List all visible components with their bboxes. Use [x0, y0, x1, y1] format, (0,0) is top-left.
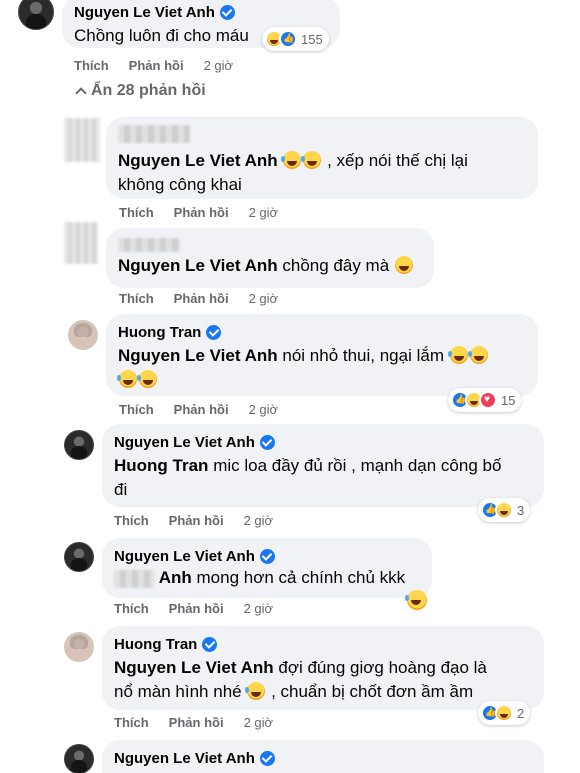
redacted-author-name: [118, 236, 422, 254]
reaction-count: 155: [301, 31, 323, 47]
reply-text: Nguyen Le Viet Anh , xếp nói thế chị lại…: [118, 151, 468, 194]
reaction-summary[interactable]: 3: [478, 498, 531, 522]
like-button[interactable]: Thích: [114, 601, 149, 616]
timestamp[interactable]: 2 giờ: [244, 601, 274, 616]
reply-text: Nguyen Le Viet Anh chồng đây mà: [118, 254, 422, 278]
reply-bubble: Nguyen Le Viet Anh Huong Tran mic loa đầ…: [102, 424, 544, 507]
reply-author[interactable]: Huong Tran: [118, 322, 526, 342]
timestamp[interactable]: 2 giờ: [244, 715, 274, 730]
reply-actions: Thích Phản hồi 2 giờ: [119, 291, 278, 306]
reaction-summary[interactable]: 155: [262, 27, 329, 51]
mention-tag[interactable]: Nguyen Le Viet Anh: [118, 346, 278, 365]
laughing-emoji-icon: [467, 346, 488, 364]
reaction-count: 3: [517, 502, 525, 518]
mention-tag[interactable]: Nguyen Le Viet Anh: [118, 151, 278, 170]
like-button[interactable]: Thích: [119, 402, 154, 417]
verified-badge-icon: [202, 636, 218, 652]
laughing-emoji-icon: [301, 151, 322, 169]
laughing-emoji-icon: [405, 590, 427, 610]
reply-author[interactable]: Nguyen Le Viet Anh: [114, 546, 420, 566]
reply-text: Huong Tran mic loa đầy đủ rồi , mạnh dạn…: [114, 456, 502, 499]
like-button[interactable]: Thích: [74, 58, 109, 73]
avatar[interactable]: [64, 118, 100, 162]
reaction-count: 2: [517, 705, 525, 721]
hide-replies-button[interactable]: Ẩn 28 phản hồi: [75, 82, 206, 100]
verified-badge-icon: [259, 548, 275, 564]
timestamp[interactable]: 2 giờ: [244, 513, 274, 528]
timestamp[interactable]: 2 giờ: [249, 291, 279, 306]
mention-tag[interactable]: Nguyen Le Viet Anh: [114, 658, 274, 677]
reply-bubble: Nguyen Le Viet Anh: [102, 740, 544, 773]
timestamp[interactable]: 2 giờ: [249, 402, 279, 417]
timestamp[interactable]: 2 giờ: [204, 58, 234, 73]
verified-badge-icon: [219, 4, 235, 20]
reply-button[interactable]: Phản hồi: [169, 513, 224, 528]
grinning-emoji-icon: [394, 256, 413, 274]
laughing-emoji-icon: [245, 682, 266, 700]
avatar[interactable]: [64, 430, 94, 460]
chevron-up-icon: [75, 87, 87, 99]
laughing-emoji-icon: [137, 370, 157, 388]
mention-tag[interactable]: Anh: [159, 568, 192, 587]
reply-bubble: Nguyen Le Viet Anh Anh mong hơn cả chính…: [102, 538, 432, 598]
like-reaction-icon: [279, 30, 297, 48]
avatar[interactable]: [64, 222, 98, 264]
reply-button[interactable]: Phản hồi: [129, 58, 184, 73]
reply-text: Nguyen Le Viet Anh nói nhỏ thui, ngại lắ…: [117, 344, 526, 392]
reply-actions: Thích Phản hồi 2 giờ: [114, 601, 273, 616]
verified-badge-icon: [259, 750, 275, 766]
reaction-summary[interactable]: 2: [478, 701, 531, 725]
author-name[interactable]: Nguyen Le Viet Anh: [114, 548, 255, 565]
comment-actions: Thích Phản hồi 2 giờ: [74, 58, 233, 73]
love-reaction-icon: [479, 391, 497, 409]
reply-bubble: Nguyen Le Viet Anh chồng đây mà: [106, 228, 434, 288]
reply-bubble: Nguyen Le Viet Anh , xếp nói thế chị lại…: [106, 117, 538, 199]
reply-button[interactable]: Phản hồi: [174, 205, 229, 220]
redacted-author-name: [118, 125, 526, 147]
haha-reaction-icon: [495, 704, 513, 722]
avatar[interactable]: [18, 0, 54, 30]
verified-badge-icon: [259, 434, 275, 450]
like-button[interactable]: Thích: [114, 715, 149, 730]
timestamp[interactable]: 2 giờ: [249, 205, 279, 220]
author-name[interactable]: Nguyen Le Viet Anh: [114, 434, 255, 451]
redacted-name: [114, 569, 154, 588]
like-button[interactable]: Thích: [114, 513, 149, 528]
reply-button[interactable]: Phản hồi: [169, 601, 224, 616]
author-name[interactable]: Huong Tran: [118, 324, 201, 341]
reply-button[interactable]: Phản hồi: [174, 291, 229, 306]
avatar[interactable]: [64, 744, 94, 773]
reply-text: Anh mong hơn cả chính chủ kkk: [114, 566, 420, 590]
reply-author[interactable]: Huong Tran: [114, 634, 532, 654]
mention-tag[interactable]: Nguyen Le Viet Anh: [118, 256, 278, 275]
reply-author[interactable]: Nguyen Le Viet Anh: [114, 432, 532, 452]
reply-bubble: Huong Tran Nguyen Le Viet Anh nói nhỏ th…: [106, 314, 538, 396]
laughing-emoji-icon: [117, 370, 137, 388]
avatar[interactable]: [64, 542, 94, 572]
like-button[interactable]: Thích: [119, 291, 154, 306]
comment-author[interactable]: Nguyen Le Viet Anh: [74, 2, 328, 22]
laughing-emoji-icon: [447, 346, 468, 364]
haha-reaction-icon: [495, 501, 513, 519]
reply-actions: Thích Phản hồi 2 giờ: [114, 513, 273, 528]
reply-text: Nguyen Le Viet Anh đợi đúng giơg hoàng đ…: [114, 658, 487, 701]
reply-actions: Thích Phản hồi 2 giờ: [119, 205, 278, 220]
avatar[interactable]: [68, 320, 98, 350]
author-name[interactable]: Nguyen Le Viet Anh: [114, 750, 255, 767]
reply-button[interactable]: Phản hồi: [169, 715, 224, 730]
like-button[interactable]: Thích: [119, 205, 154, 220]
reaction-summary[interactable]: 15: [448, 388, 522, 412]
reply-author[interactable]: Nguyen Le Viet Anh: [114, 748, 532, 768]
reply-actions: Thích Phản hồi 2 giờ: [114, 715, 273, 730]
author-name[interactable]: Nguyen Le Viet Anh: [74, 4, 215, 21]
author-name[interactable]: Huong Tran: [114, 636, 197, 653]
reaction-count: 15: [501, 392, 516, 408]
laughing-emoji-icon: [281, 151, 302, 169]
verified-badge-icon: [206, 324, 222, 340]
reply-actions: Thích Phản hồi 2 giờ: [119, 402, 278, 417]
avatar[interactable]: [64, 632, 94, 662]
mention-tag[interactable]: Huong Tran: [114, 456, 208, 475]
reply-button[interactable]: Phản hồi: [174, 402, 229, 417]
reply-bubble: Huong Tran Nguyen Le Viet Anh đợi đúng g…: [102, 626, 544, 710]
